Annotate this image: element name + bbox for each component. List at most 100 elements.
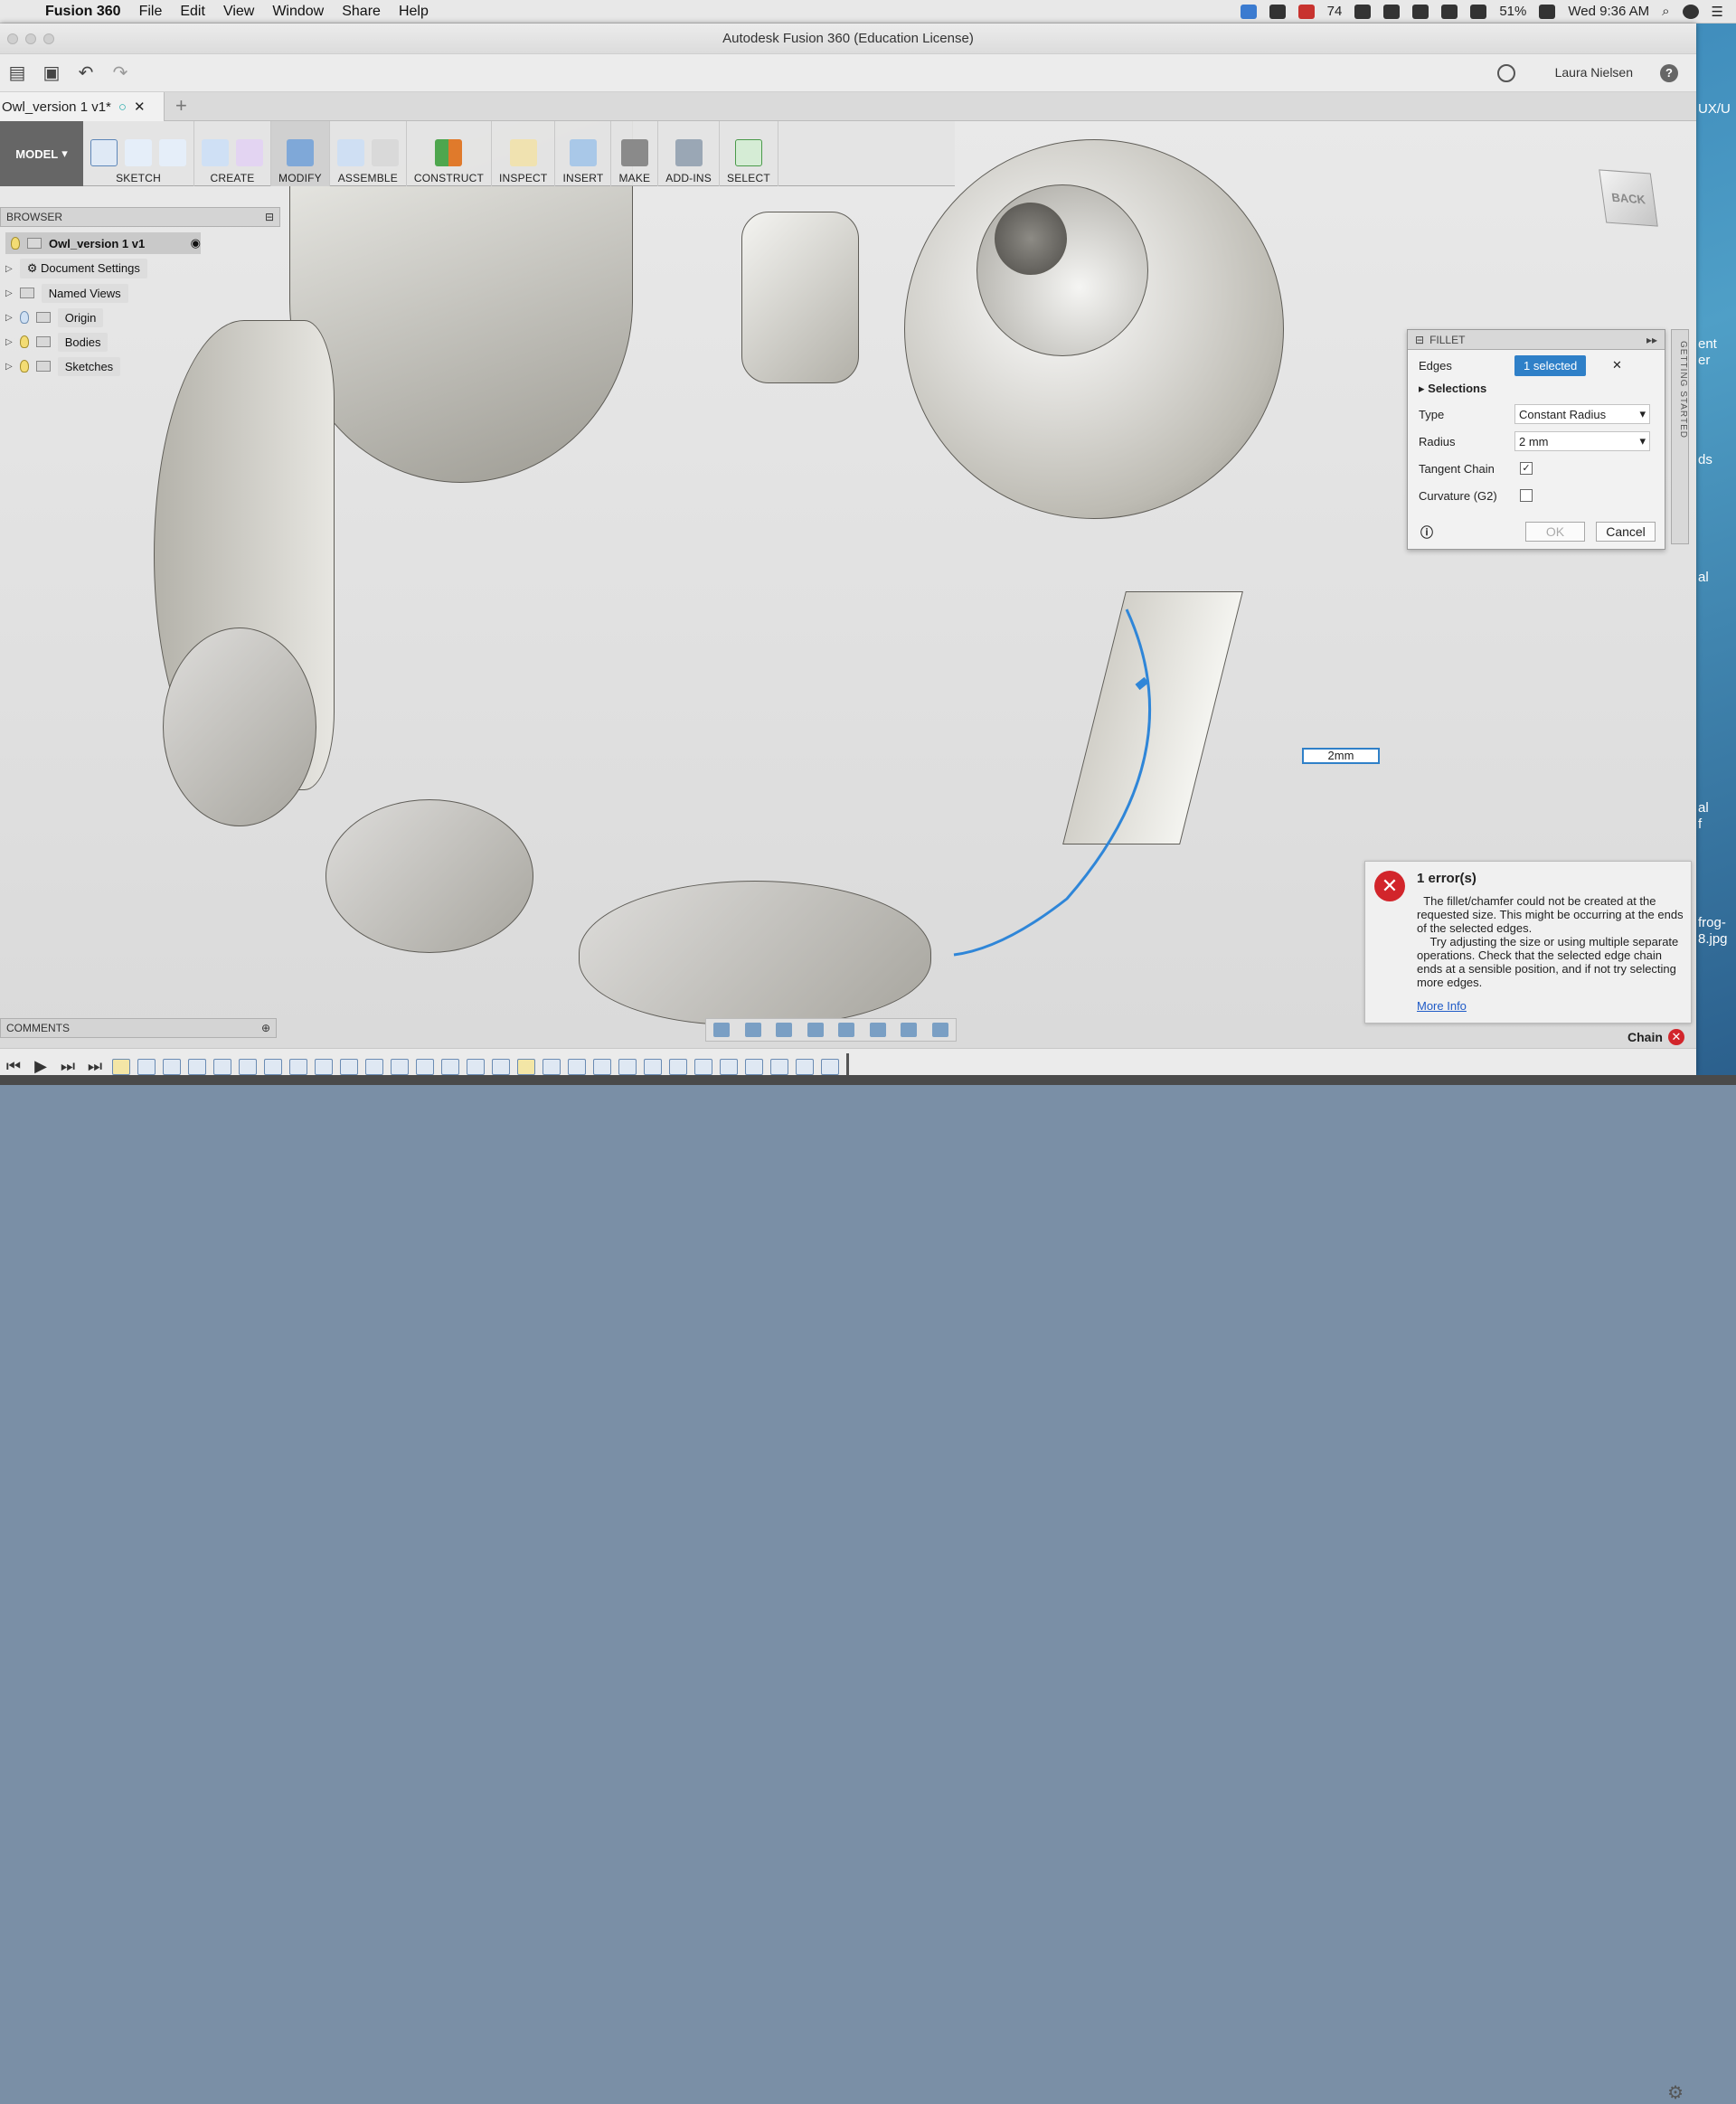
timeline-feature[interactable] <box>745 1058 763 1075</box>
menubar-clock[interactable]: Wed 9:36 AM <box>1568 4 1649 19</box>
app-tray-icon[interactable] <box>1240 4 1257 19</box>
menu-help[interactable]: Help <box>390 4 438 20</box>
comments-panel[interactable]: COMMENTS ⊕ <box>0 1018 277 1038</box>
menu-file[interactable]: File <box>130 4 172 20</box>
zoom-window-button[interactable] <box>43 33 54 44</box>
play-icon[interactable]: ▶ <box>31 1057 51 1076</box>
timeline-feature[interactable] <box>188 1058 206 1075</box>
ok-button[interactable]: OK <box>1525 522 1585 542</box>
menu-edit[interactable]: Edit <box>171 4 214 20</box>
browser-node-sketches[interactable]: ▷ Sketches <box>5 355 121 377</box>
expand-arrow-icon[interactable]: ▷ <box>5 337 13 347</box>
timeline-feature[interactable] <box>365 1058 383 1075</box>
collapse-icon[interactable]: ⊟ <box>1415 334 1424 346</box>
mail-icon[interactable] <box>1297 4 1315 19</box>
menu-share[interactable]: Share <box>333 4 390 20</box>
close-window-button[interactable] <box>7 33 18 44</box>
expand-arrow-icon[interactable]: ▷ <box>5 264 13 274</box>
desktop-label[interactable]: al <box>1698 570 1709 586</box>
browser-node-origin[interactable]: ▷ Origin <box>5 307 104 328</box>
visibility-bulb-icon[interactable] <box>11 237 20 250</box>
timeline-feature[interactable] <box>492 1058 510 1075</box>
timeline-feature[interactable] <box>770 1058 788 1075</box>
timeline-feature[interactable] <box>340 1058 358 1075</box>
spotlight-icon[interactable]: ⌕ <box>1662 4 1669 19</box>
desktop-label[interactable]: al f <box>1698 800 1709 833</box>
go-to-start-icon[interactable]: ⏮ <box>4 1057 24 1076</box>
timeline-feature[interactable] <box>416 1058 434 1075</box>
curvature-checkbox[interactable] <box>1520 489 1533 502</box>
menu-view[interactable]: View <box>214 4 263 20</box>
timeline-feature[interactable] <box>821 1058 839 1075</box>
timeline-feature-sketch[interactable] <box>112 1058 130 1075</box>
browser-node-bodies[interactable]: ▷ Bodies <box>5 331 108 353</box>
type-dropdown[interactable]: Constant Radius ▾ <box>1514 404 1650 424</box>
file-menu-icon[interactable]: ▤ <box>0 61 34 84</box>
menu-window[interactable]: Window <box>263 4 333 20</box>
timeline-feature[interactable] <box>568 1058 586 1075</box>
toolbar-group-assemble[interactable]: ASSEMBLE <box>330 121 407 186</box>
timeline-feature[interactable] <box>618 1058 637 1075</box>
desktop-label[interactable]: frog- 8.jpg <box>1698 915 1728 948</box>
minimize-window-button[interactable] <box>25 33 36 44</box>
timeline-feature[interactable] <box>542 1058 561 1075</box>
close-tab-icon[interactable]: ✕ <box>134 99 146 115</box>
timeline-feature[interactable] <box>213 1058 231 1075</box>
expand-arrow-icon[interactable]: ▷ <box>5 362 13 372</box>
timeline-feature[interactable] <box>644 1058 662 1075</box>
timeline-feature[interactable] <box>391 1058 409 1075</box>
workspace-switcher[interactable]: MODEL ▾ <box>0 121 83 186</box>
timeline-feature[interactable] <box>467 1058 485 1075</box>
radius-onscreen-input[interactable]: 2mm <box>1302 748 1380 764</box>
desktop-label[interactable]: ent er <box>1698 336 1717 369</box>
look-at-icon[interactable] <box>744 1023 761 1037</box>
toolbar-group-inspect[interactable]: INSPECT <box>492 121 556 186</box>
zoom-icon[interactable] <box>807 1023 824 1037</box>
save-icon[interactable]: ▣ <box>34 61 69 84</box>
timeline-feature[interactable] <box>315 1058 333 1075</box>
timeline-feature[interactable] <box>796 1058 814 1075</box>
expand-arrow-icon[interactable]: ▷ <box>5 288 13 298</box>
document-tab[interactable]: Owl_version 1 v1* ○ ✕ <box>0 92 165 121</box>
toolbar-group-construct[interactable]: CONSTRUCT <box>407 121 493 186</box>
display-icon[interactable] <box>1383 4 1401 19</box>
timeline-feature[interactable] <box>669 1058 687 1075</box>
timeline-feature-sketch[interactable] <box>517 1058 535 1075</box>
tangent-chain-checkbox[interactable]: ✓ <box>1520 462 1533 475</box>
zoom-window-icon[interactable] <box>838 1023 855 1037</box>
help-icon[interactable]: ? <box>1660 64 1678 82</box>
info-icon[interactable]: ⓘ <box>1420 524 1433 542</box>
battery-icon[interactable] <box>1539 4 1556 19</box>
timeline-feature[interactable] <box>137 1058 156 1075</box>
chain-status[interactable]: Chain ✕ <box>1628 1029 1684 1045</box>
canvas-viewport[interactable]: MODEL ▾ SKETCH CREATE MODIFY ASSEMBLE CON… <box>0 121 1696 1048</box>
view-cube[interactable]: BACK <box>1580 154 1662 253</box>
toolbar-group-create[interactable]: CREATE <box>194 121 271 186</box>
timeline-feature[interactable] <box>264 1058 282 1075</box>
toolbar-group-select[interactable]: SELECT <box>720 121 778 186</box>
new-tab-icon[interactable]: + <box>175 94 187 118</box>
more-info-link[interactable]: More Info <box>1417 999 1467 1013</box>
add-comment-icon[interactable]: ⊕ <box>261 1022 270 1034</box>
timeline-settings-gear-icon[interactable]: ⚙ <box>1667 2081 1684 2104</box>
job-status-icon[interactable] <box>1497 64 1515 82</box>
display-settings-icon[interactable] <box>869 1023 886 1037</box>
toolbar-group-modify[interactable]: MODIFY <box>271 121 330 186</box>
expand-arrow-icon[interactable]: ▷ <box>5 313 13 323</box>
toolbar-group-addins[interactable]: ADD-INS <box>658 121 720 186</box>
timeline-feature[interactable] <box>593 1058 611 1075</box>
desktop-label[interactable]: ds <box>1698 452 1712 468</box>
browser-node-document-settings[interactable]: ▷ ⚙ Document Settings <box>5 258 147 279</box>
volume-icon[interactable] <box>1470 4 1487 19</box>
viewports-icon[interactable] <box>931 1023 948 1037</box>
timeline-feature[interactable] <box>694 1058 712 1075</box>
step-forward-icon[interactable]: ⏭ <box>58 1057 78 1076</box>
browser-node-named-views[interactable]: ▷ Named Views <box>5 282 128 304</box>
user-menu[interactable]: Laura Nielsen <box>1555 65 1633 80</box>
fillet-dialog-header[interactable]: ⊟ FILLET ▸▸ <box>1408 330 1665 350</box>
radius-field[interactable]: 2 mm ▾ <box>1514 431 1650 451</box>
cloud-icon[interactable] <box>1269 4 1286 19</box>
toolbar-group-insert[interactable]: INSERT <box>555 121 612 186</box>
grid-icon[interactable] <box>901 1023 918 1037</box>
orbit-icon[interactable] <box>713 1023 731 1037</box>
